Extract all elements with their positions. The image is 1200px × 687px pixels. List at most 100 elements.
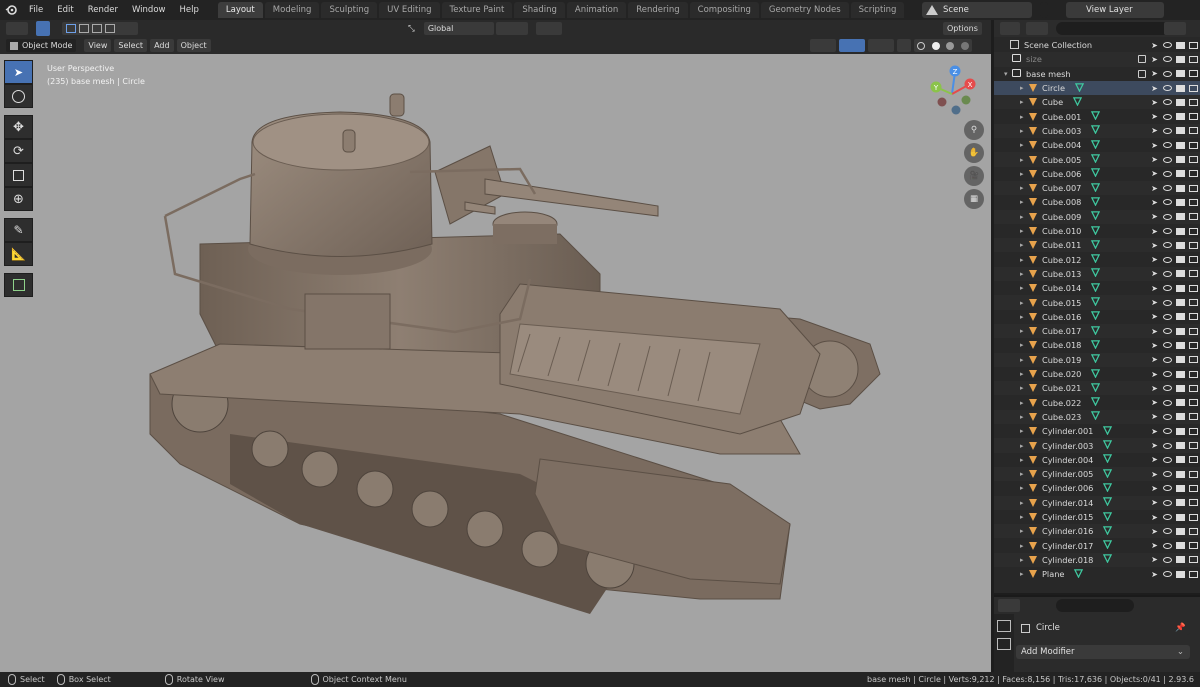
monitor-icon[interactable]: [1174, 497, 1187, 509]
move-tool-button[interactable]: ✥: [4, 115, 33, 139]
new-selection-icon[interactable]: [66, 24, 76, 33]
camera-render-icon[interactable]: [1187, 297, 1200, 309]
gizmo-icon[interactable]: [839, 39, 865, 52]
properties-editor-type-icon[interactable]: [998, 599, 1020, 612]
monitor-icon[interactable]: [1174, 411, 1187, 423]
eye-icon[interactable]: [1161, 325, 1174, 337]
modifier-wrench-icon[interactable]: [1074, 569, 1084, 580]
camera-render-icon[interactable]: [1187, 168, 1200, 180]
outliner-object-row[interactable]: ▸ Cube.020 ➤: [994, 367, 1200, 381]
outliner-object-row[interactable]: ▸ Cylinder.015 ➤: [994, 510, 1200, 524]
view-layer-selector[interactable]: View Layer: [1066, 2, 1164, 18]
eye-icon[interactable]: [1161, 225, 1174, 237]
selectable-icon[interactable]: ➤: [1148, 168, 1161, 180]
chevron-right-icon[interactable]: ▸: [1020, 256, 1028, 264]
monitor-icon[interactable]: [1174, 211, 1187, 223]
camera-render-icon[interactable]: [1187, 268, 1200, 280]
selectable-icon[interactable]: ➤: [1148, 239, 1161, 251]
modifier-wrench-icon[interactable]: [1103, 426, 1113, 437]
eye-icon[interactable]: [1161, 154, 1174, 166]
modifier-wrench-icon[interactable]: [1103, 526, 1113, 537]
outliner-object-row[interactable]: ▸ Cube.008 ➤: [994, 195, 1200, 209]
chevron-right-icon[interactable]: ▸: [1020, 241, 1028, 249]
outliner-object-row[interactable]: ▸ Cube.023 ➤: [994, 409, 1200, 425]
selectable-icon[interactable]: ➤: [1148, 497, 1161, 509]
outliner-object-row[interactable]: ▸ Cube.001 ➤: [994, 110, 1200, 124]
camera-render-icon[interactable]: [1187, 440, 1200, 452]
camera-render-icon[interactable]: [1187, 111, 1200, 123]
monitor-icon[interactable]: [1174, 297, 1187, 309]
camera-render-icon[interactable]: [1187, 454, 1200, 466]
selectable-icon[interactable]: ➤: [1148, 525, 1161, 537]
monitor-icon[interactable]: [1174, 139, 1187, 151]
selectable-icon[interactable]: ➤: [1148, 211, 1161, 223]
visibility-icon[interactable]: [810, 39, 836, 52]
outliner-object-row[interactable]: ▸ Cube.003 ➤: [994, 123, 1200, 139]
monitor-icon[interactable]: [1174, 568, 1187, 580]
modifier-wrench-icon[interactable]: [1091, 182, 1101, 194]
modifier-wrench-icon[interactable]: [1091, 154, 1101, 165]
selectable-icon[interactable]: ➤: [1148, 39, 1161, 51]
eye-icon[interactable]: [1161, 482, 1174, 494]
selectable-icon[interactable]: ➤: [1148, 354, 1161, 366]
selectable-icon[interactable]: ➤: [1148, 540, 1161, 552]
modifier-wrench-icon[interactable]: [1103, 454, 1113, 465]
camera-render-icon[interactable]: [1187, 211, 1200, 223]
chevron-right-icon[interactable]: ▸: [1020, 284, 1028, 292]
monitor-icon[interactable]: [1174, 311, 1187, 323]
solid-shading-icon[interactable]: [931, 41, 940, 50]
selectable-icon[interactable]: ➤: [1148, 182, 1161, 194]
eye-icon[interactable]: [1161, 425, 1174, 437]
modifier-wrench-icon[interactable]: [1091, 297, 1101, 308]
monitor-icon[interactable]: [1174, 354, 1187, 366]
modifier-wrench-icon[interactable]: [1091, 283, 1101, 294]
eye-icon[interactable]: [1161, 297, 1174, 309]
eye-icon[interactable]: [1161, 239, 1174, 251]
selectable-icon[interactable]: ➤: [1148, 254, 1161, 266]
selectable-icon[interactable]: ➤: [1148, 382, 1161, 394]
wireframe-shading-icon[interactable]: [917, 41, 926, 50]
camera-render-icon[interactable]: [1187, 540, 1200, 552]
monitor-icon[interactable]: [1174, 254, 1187, 266]
select-box-tool-icon[interactable]: [36, 21, 50, 36]
selectable-icon[interactable]: ➤: [1148, 53, 1161, 65]
eye-icon[interactable]: [1161, 182, 1174, 194]
selectable-icon[interactable]: ➤: [1148, 554, 1161, 566]
chevron-right-icon[interactable]: ▸: [1020, 442, 1028, 450]
camera-render-icon[interactable]: [1187, 397, 1200, 409]
outliner-object-row[interactable]: ▸ Cylinder.016 ➤: [994, 524, 1200, 539]
outliner-object-row[interactable]: ▸ Cylinder.014 ➤: [994, 495, 1200, 510]
chevron-right-icon[interactable]: ▸: [1020, 570, 1028, 578]
chevron-right-icon[interactable]: ▸: [1020, 156, 1028, 164]
eye-icon[interactable]: [1161, 397, 1174, 409]
modifier-wrench-icon[interactable]: [1091, 397, 1101, 408]
camera-render-icon[interactable]: [1187, 125, 1200, 137]
outliner-object-row[interactable]: ▸ Cube.013 ➤: [994, 266, 1200, 282]
outliner-object-row[interactable]: ▸ Cube.014 ➤: [994, 281, 1200, 295]
eye-icon[interactable]: [1161, 82, 1174, 94]
modifier-wrench-icon[interactable]: [1091, 125, 1101, 136]
modifier-wrench-icon[interactable]: [1091, 140, 1101, 151]
eye-icon[interactable]: [1161, 53, 1174, 65]
selectable-icon[interactable]: ➤: [1148, 425, 1161, 437]
monitor-icon[interactable]: [1174, 168, 1187, 180]
selection-mode-icons[interactable]: [62, 22, 138, 35]
3d-viewport[interactable]: User Perspective (235) base mesh | Circl…: [0, 54, 991, 672]
camera-render-icon[interactable]: [1187, 53, 1200, 65]
chevron-right-icon[interactable]: ▸: [1020, 427, 1028, 435]
camera-render-icon[interactable]: [1187, 482, 1200, 494]
monitor-icon[interactable]: [1174, 225, 1187, 237]
outliner-object-row[interactable]: ▸ Cube.006 ➤: [994, 167, 1200, 181]
selectable-icon[interactable]: ➤: [1148, 68, 1161, 80]
eye-icon[interactable]: [1161, 268, 1174, 280]
camera-render-icon[interactable]: [1187, 354, 1200, 366]
object-menu[interactable]: Object: [176, 39, 211, 52]
mode-selector[interactable]: Object Mode: [6, 39, 77, 52]
outliner-object-row[interactable]: ▸ Cube.018 ➤: [994, 338, 1200, 352]
tab-rendering[interactable]: Rendering: [628, 2, 688, 18]
camera-render-icon[interactable]: [1187, 382, 1200, 394]
modifier-wrench-icon[interactable]: [1103, 468, 1113, 480]
eye-icon[interactable]: [1161, 96, 1174, 108]
eye-icon[interactable]: [1161, 497, 1174, 509]
eye-icon[interactable]: [1161, 125, 1174, 137]
